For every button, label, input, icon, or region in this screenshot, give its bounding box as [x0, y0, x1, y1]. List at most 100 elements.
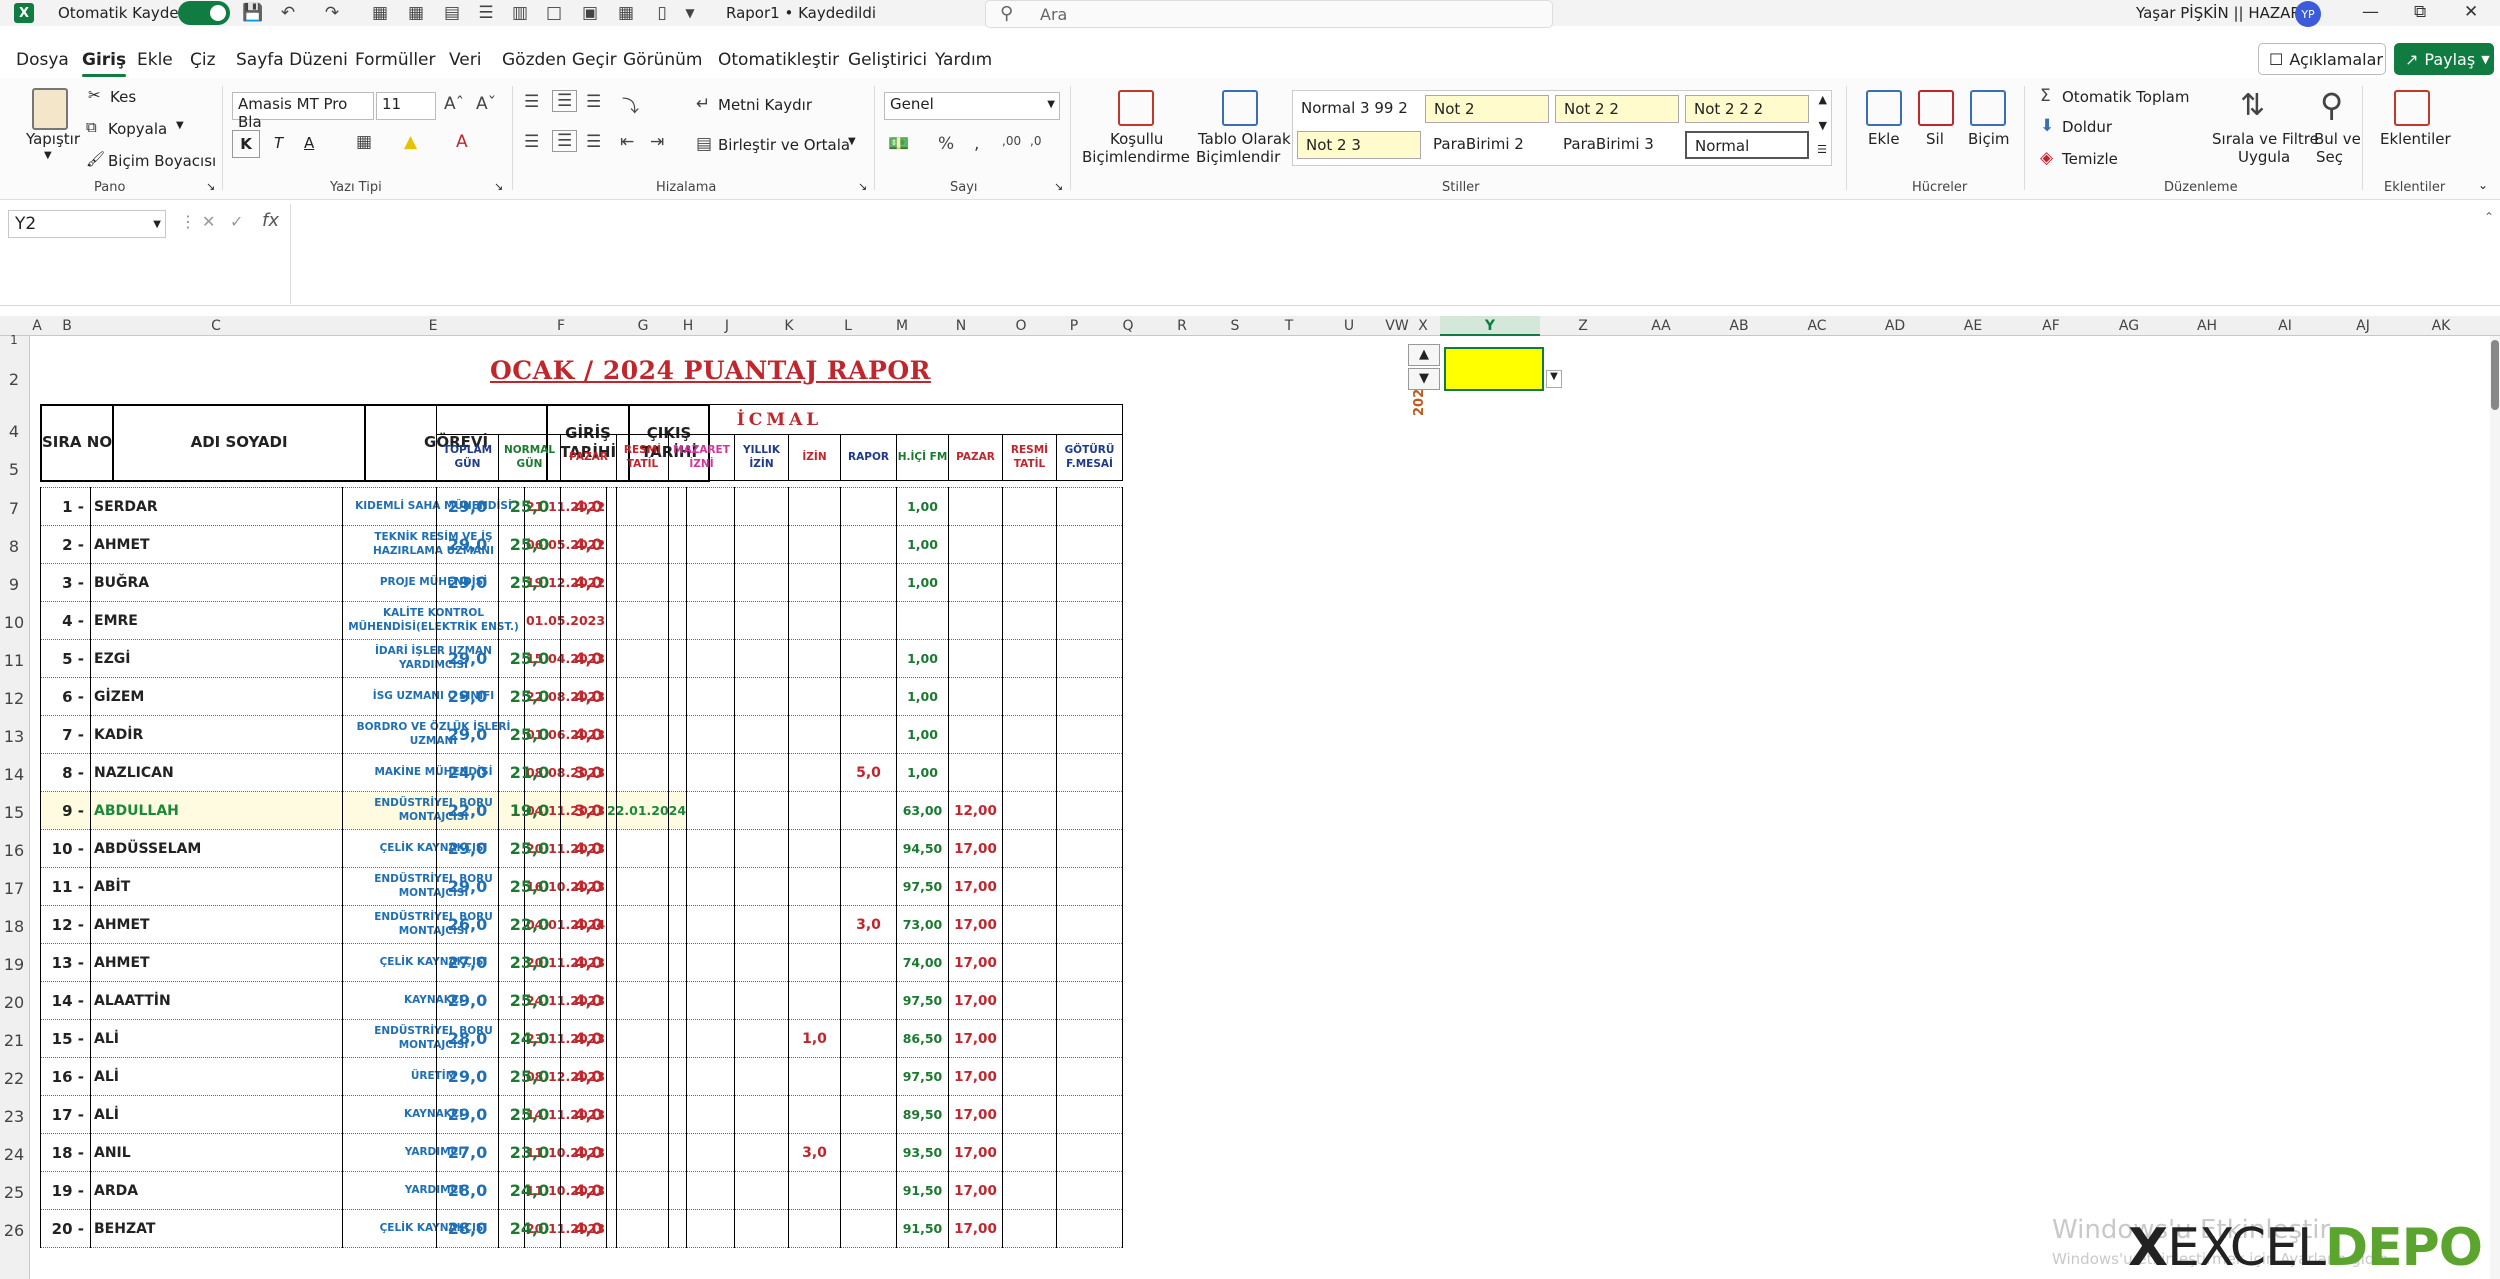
holiday-overtime[interactable] [1002, 601, 1057, 640]
paste-button[interactable]: Yapıştır [26, 130, 80, 148]
official-holiday[interactable] [616, 563, 669, 602]
col-header-ag[interactable]: AG [2090, 318, 2168, 334]
header-resmi-tatil-fm[interactable]: RESMİ TATİL [1002, 434, 1057, 481]
header-toplam-gun[interactable]: TOPLAM GÜN [436, 434, 499, 481]
sunday-days[interactable]: 4,0 [560, 981, 617, 1020]
leave-days[interactable] [788, 905, 841, 944]
menu-ekle[interactable]: Ekle [137, 50, 173, 70]
lump-overtime[interactable] [1056, 1095, 1123, 1134]
clipboard-launcher-icon[interactable]: ↘ [206, 180, 215, 193]
col-header-s[interactable]: S [1208, 318, 1262, 334]
employee-name[interactable]: ALİ [90, 1057, 343, 1096]
total-days[interactable] [436, 601, 499, 640]
cut-button[interactable]: Kes [110, 88, 136, 106]
total-days[interactable]: 22,0 [436, 791, 499, 830]
excuse-leave[interactable] [668, 867, 735, 906]
file-name[interactable]: Rapor1 • Kaydedildi [726, 4, 876, 22]
normal-days[interactable]: 23,0 [498, 943, 561, 982]
row-number[interactable]: 20 - [40, 1209, 91, 1248]
lump-overtime[interactable] [1056, 943, 1123, 982]
annual-leave[interactable] [734, 715, 789, 754]
employee-name[interactable]: AHMET [90, 943, 343, 982]
weekday-overtime[interactable]: 97,50 [896, 867, 949, 906]
row-number[interactable]: 16 - [40, 1057, 91, 1096]
col-header-vw[interactable]: VW [1382, 318, 1412, 334]
holiday-overtime[interactable] [1002, 1019, 1057, 1058]
normal-days[interactable]: 25,0 [498, 525, 561, 564]
leave-days[interactable]: 3,0 [788, 1133, 841, 1172]
sunday-overtime[interactable]: 17,00 [948, 981, 1003, 1020]
official-holiday[interactable] [616, 791, 669, 830]
sick-report[interactable] [840, 981, 897, 1020]
sunday-overtime[interactable]: 17,00 [948, 1019, 1003, 1058]
normal-days[interactable]: 25,0 [498, 563, 561, 602]
leave-days[interactable] [788, 753, 841, 792]
menu-gelistirici[interactable]: Geliştirici [848, 50, 927, 70]
row-number[interactable]: 4 - [40, 601, 91, 640]
employee-name[interactable]: NAZLICAN [90, 753, 343, 792]
employee-name[interactable]: AHMET [90, 905, 343, 944]
styles-scroll-down-icon[interactable]: ▼ [1819, 119, 1827, 132]
row-header-12[interactable]: 12 [0, 689, 28, 708]
employee-name[interactable]: EZGİ [90, 639, 343, 678]
menu-giris[interactable]: Giriş [82, 50, 127, 77]
normal-days[interactable]: 25,0 [498, 829, 561, 868]
style-not-2-2[interactable]: Not 2 2 [1555, 95, 1679, 123]
employee-name[interactable]: BEHZAT [90, 1209, 343, 1248]
sick-report[interactable] [840, 867, 897, 906]
holiday-overtime[interactable] [1002, 829, 1057, 868]
row-header-2[interactable]: 2 [0, 370, 28, 389]
sick-report[interactable] [840, 1019, 897, 1058]
sunday-overtime[interactable]: 17,00 [948, 1095, 1003, 1134]
sick-report[interactable] [840, 563, 897, 602]
find-select-label-2[interactable]: Seç [2316, 148, 2343, 166]
holiday-overtime[interactable] [1002, 1095, 1057, 1134]
col-header-j[interactable]: J [696, 318, 758, 334]
sunday-days[interactable] [560, 601, 617, 640]
official-holiday[interactable] [616, 829, 669, 868]
official-holiday[interactable] [616, 1209, 669, 1248]
employee-name[interactable]: GİZEM [90, 677, 343, 716]
annual-leave[interactable] [734, 791, 789, 830]
total-days[interactable]: 28,0 [436, 1171, 499, 1210]
menu-veri[interactable]: Veri [449, 50, 481, 70]
sunday-days[interactable]: 4,0 [560, 487, 617, 526]
official-holiday[interactable] [616, 753, 669, 792]
total-days[interactable]: 29,0 [436, 563, 499, 602]
holiday-overtime[interactable] [1002, 1133, 1057, 1172]
annual-leave[interactable] [734, 943, 789, 982]
lump-overtime[interactable] [1056, 1057, 1123, 1096]
autosave-toggle[interactable] [178, 1, 230, 25]
style-not-2-3[interactable]: Not 2 3 [1297, 131, 1421, 159]
row-header-19[interactable]: 19 [0, 955, 28, 974]
holiday-overtime[interactable] [1002, 1057, 1057, 1096]
grow-font-icon[interactable]: Aˆ [444, 94, 464, 114]
sunday-days[interactable]: 4,0 [560, 867, 617, 906]
leave-days[interactable] [788, 829, 841, 868]
font-color-icon[interactable]: A [456, 132, 468, 152]
official-holiday[interactable] [616, 943, 669, 982]
leave-days[interactable] [788, 639, 841, 678]
total-days[interactable]: 29,0 [436, 1057, 499, 1096]
total-days[interactable]: 29,0 [436, 677, 499, 716]
sunday-overtime[interactable] [948, 715, 1003, 754]
weekday-overtime[interactable]: 1,00 [896, 677, 949, 716]
leave-days[interactable] [788, 791, 841, 830]
row-number[interactable]: 10 - [40, 829, 91, 868]
insert-function-icon[interactable]: fx [262, 210, 279, 231]
total-days[interactable]: 27,0 [436, 1133, 499, 1172]
weekday-overtime[interactable]: 94,50 [896, 829, 949, 868]
merge-center-button[interactable]: Birleştir ve Ortala [718, 136, 850, 154]
weekday-overtime[interactable]: 97,50 [896, 1057, 949, 1096]
comments-button[interactable]: ☐ Açıklamalar [2258, 43, 2386, 75]
ribbon-collapse-icon[interactable]: ⌄ [2478, 178, 2488, 192]
sick-report[interactable]: 5,0 [840, 753, 897, 792]
row-number[interactable]: 18 - [40, 1133, 91, 1172]
addins-button[interactable]: Eklentiler [2380, 130, 2451, 148]
header-normal-gun[interactable]: NORMAL GÜN [498, 434, 561, 481]
leave-days[interactable] [788, 943, 841, 982]
lump-overtime[interactable] [1056, 715, 1123, 754]
excuse-leave[interactable] [668, 1171, 735, 1210]
sunday-overtime[interactable] [948, 563, 1003, 602]
lump-overtime[interactable] [1056, 1019, 1123, 1058]
